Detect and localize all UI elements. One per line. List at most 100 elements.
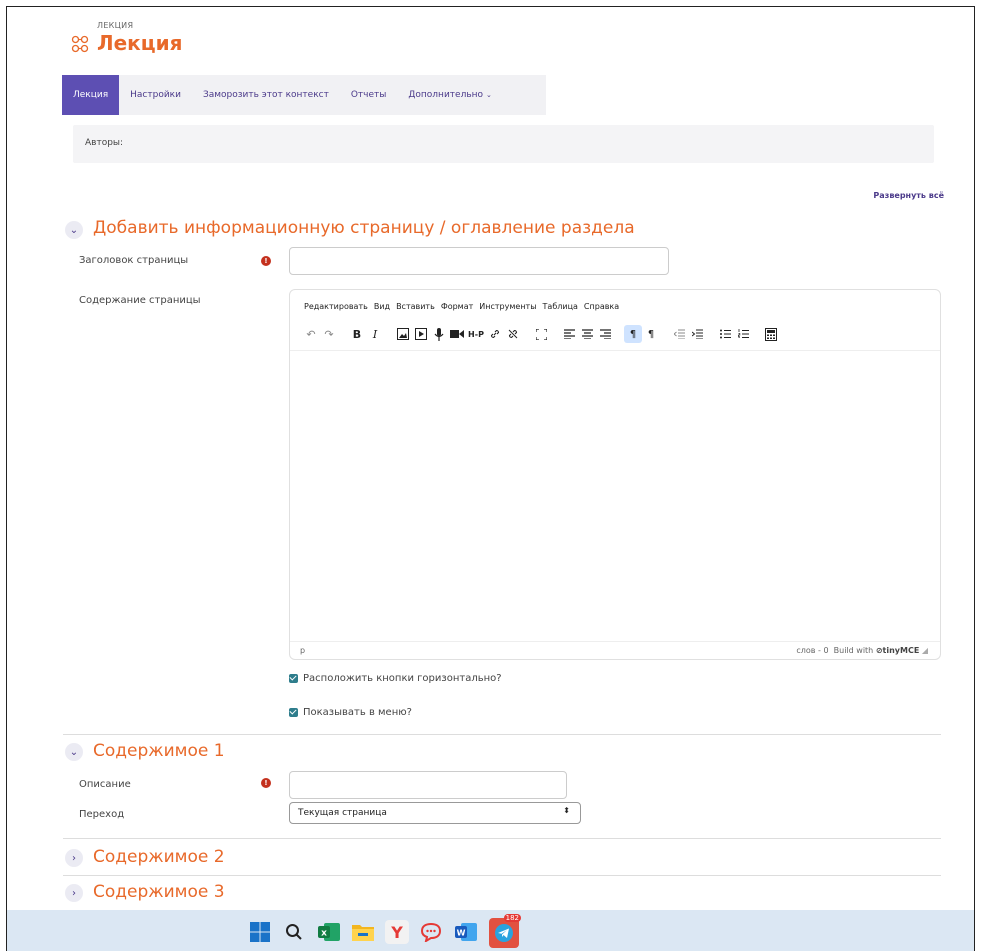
ltr-direction-icon[interactable]: ¶: [624, 325, 642, 343]
word-count-text: слов - 0: [796, 646, 829, 655]
chevron-right-icon: ›: [72, 852, 76, 864]
browser-frame: ЛЕКЦИЯ Лекция Лекция Настройки Заморозит…: [6, 6, 975, 951]
editor-statusbar: p слов - 0 Build with ⊘tinyMCE ◢: [290, 641, 940, 659]
menu-insert[interactable]: Вставить: [396, 302, 435, 311]
tab-settings[interactable]: Настройки: [119, 75, 192, 115]
word-count: слов - 0 Build with ⊘tinyMCE ◢: [796, 646, 928, 655]
tab-reports[interactable]: Отчеты: [340, 75, 398, 115]
secondary-navigation: Лекция Настройки Заморозить этот контекс…: [62, 75, 546, 115]
menu-table[interactable]: Таблица: [543, 302, 578, 311]
editor-toolbar: ↶ ↷ B I H-P ¶ ¶: [302, 324, 780, 344]
jump-select[interactable]: Текущая страница ⬍: [289, 802, 581, 824]
chevron-down-icon: ⌄: [69, 746, 79, 758]
chevron-down-icon: ⌄: [69, 224, 79, 236]
section-expand-toggle[interactable]: ›: [65, 884, 83, 902]
show-in-menu-checkbox[interactable]: Показывать в меню?: [289, 707, 412, 718]
media-icon[interactable]: [412, 325, 430, 343]
tab-label: Настройки: [130, 90, 181, 100]
tinymce-brand: tinyMCE: [882, 646, 920, 655]
numbered-list-icon[interactable]: [734, 325, 752, 343]
content-2-title[interactable]: Содержимое 2: [93, 847, 225, 867]
authors-box: Авторы:: [73, 125, 934, 163]
undo-icon[interactable]: ↶: [302, 325, 320, 343]
rich-text-editor: Редактировать Вид Вставить Формат Инстру…: [289, 289, 941, 660]
yandex-browser-icon[interactable]: Y: [385, 920, 409, 944]
tab-label: Дополнительно: [408, 90, 484, 100]
select-arrows-icon: ⬍: [563, 806, 570, 815]
tab-lesson[interactable]: Лекция: [62, 75, 120, 115]
microphone-icon[interactable]: [430, 325, 448, 343]
tab-more[interactable]: Дополнительно ⌄: [397, 75, 503, 115]
authors-label: Авторы:: [85, 138, 124, 148]
word-icon[interactable]: W: [454, 920, 478, 944]
editor-menubar: Редактировать Вид Вставить Формат Инстру…: [304, 302, 619, 311]
jump-selected-value: Текущая страница: [298, 808, 387, 818]
checkbox-label: Расположить кнопки горизонтально?: [303, 673, 502, 684]
build-with-text: Build with: [833, 646, 874, 655]
rtl-direction-icon[interactable]: ¶: [642, 325, 660, 343]
tab-label: Заморозить этот контекст: [202, 90, 329, 100]
tab-freeze-context[interactable]: Заморозить этот контекст: [192, 75, 340, 115]
outdent-icon[interactable]: [670, 325, 688, 343]
notification-badge: 182: [503, 914, 521, 922]
section-expand-toggle[interactable]: ›: [65, 849, 83, 867]
element-path[interactable]: p: [300, 646, 305, 655]
menu-format[interactable]: Формат: [441, 302, 473, 311]
italic-icon[interactable]: I: [366, 325, 384, 343]
section-collapse-toggle[interactable]: ⌄: [65, 221, 83, 239]
lesson-icon: [71, 35, 89, 53]
redo-icon[interactable]: ↷: [320, 325, 338, 343]
section-title[interactable]: Добавить информационную страницу / оглав…: [93, 218, 635, 238]
page-content-label: Содержание страницы: [79, 295, 201, 306]
content-3-title[interactable]: Содержимое 3: [93, 882, 225, 902]
description-label: Описание: [79, 779, 131, 790]
content-1-title[interactable]: Содержимое 1: [93, 741, 225, 761]
telegram-icon[interactable]: 182: [489, 914, 521, 948]
chevron-down-icon: ⌄: [486, 91, 492, 99]
align-right-icon[interactable]: [596, 325, 614, 343]
resize-handle-icon[interactable]: ◢: [922, 646, 928, 655]
checkbox-label: Показывать в меню?: [303, 707, 412, 718]
tab-label: Лекция: [73, 90, 109, 100]
align-center-icon[interactable]: [578, 325, 596, 343]
menu-view[interactable]: Вид: [374, 302, 390, 311]
horizontal-buttons-checkbox[interactable]: Расположить кнопки горизонтально?: [289, 673, 502, 684]
align-left-icon[interactable]: [560, 325, 578, 343]
excel-icon[interactable]: x: [317, 920, 341, 944]
expand-all-link[interactable]: Развернуть всё: [873, 191, 944, 200]
checkbox-checked-icon[interactable]: [289, 708, 298, 717]
calculator-icon[interactable]: [762, 325, 780, 343]
checkbox-checked-icon[interactable]: [289, 674, 298, 683]
video-camera-icon[interactable]: [448, 325, 466, 343]
image-icon[interactable]: [394, 325, 412, 343]
link-icon[interactable]: [486, 325, 504, 343]
description-input[interactable]: [289, 771, 567, 799]
menu-edit[interactable]: Редактировать: [304, 302, 368, 311]
chat-icon[interactable]: [419, 920, 443, 944]
windows-start-icon[interactable]: [248, 920, 272, 944]
search-icon[interactable]: [282, 920, 306, 944]
h5p-icon[interactable]: H-P: [466, 325, 486, 343]
fullscreen-icon[interactable]: [532, 325, 550, 343]
page-title-label: Заголовок страницы: [79, 255, 189, 266]
tinymce-logo[interactable]: ⊘tinyMCE: [876, 646, 919, 655]
module-kicker: ЛЕКЦИЯ: [97, 21, 134, 30]
required-icon: !: [261, 256, 271, 266]
section-collapse-toggle[interactable]: ⌄: [65, 743, 83, 761]
tab-label: Отчеты: [350, 90, 387, 100]
bullet-list-icon[interactable]: [716, 325, 734, 343]
menu-help[interactable]: Справка: [584, 302, 619, 311]
file-explorer-icon[interactable]: [351, 920, 375, 944]
menu-tools[interactable]: Инструменты: [479, 302, 536, 311]
svg-text:W: W: [457, 929, 466, 938]
editor-content-area[interactable]: [290, 350, 940, 642]
svg-text:x: x: [321, 929, 327, 939]
page-title: Лекция: [97, 31, 183, 55]
page-title-input[interactable]: [289, 247, 669, 275]
chevron-right-icon: ›: [72, 887, 76, 899]
required-icon: !: [261, 778, 271, 788]
section-divider: [63, 838, 941, 839]
bold-icon[interactable]: B: [348, 325, 366, 343]
indent-icon[interactable]: [688, 325, 706, 343]
unlink-icon[interactable]: [504, 325, 522, 343]
